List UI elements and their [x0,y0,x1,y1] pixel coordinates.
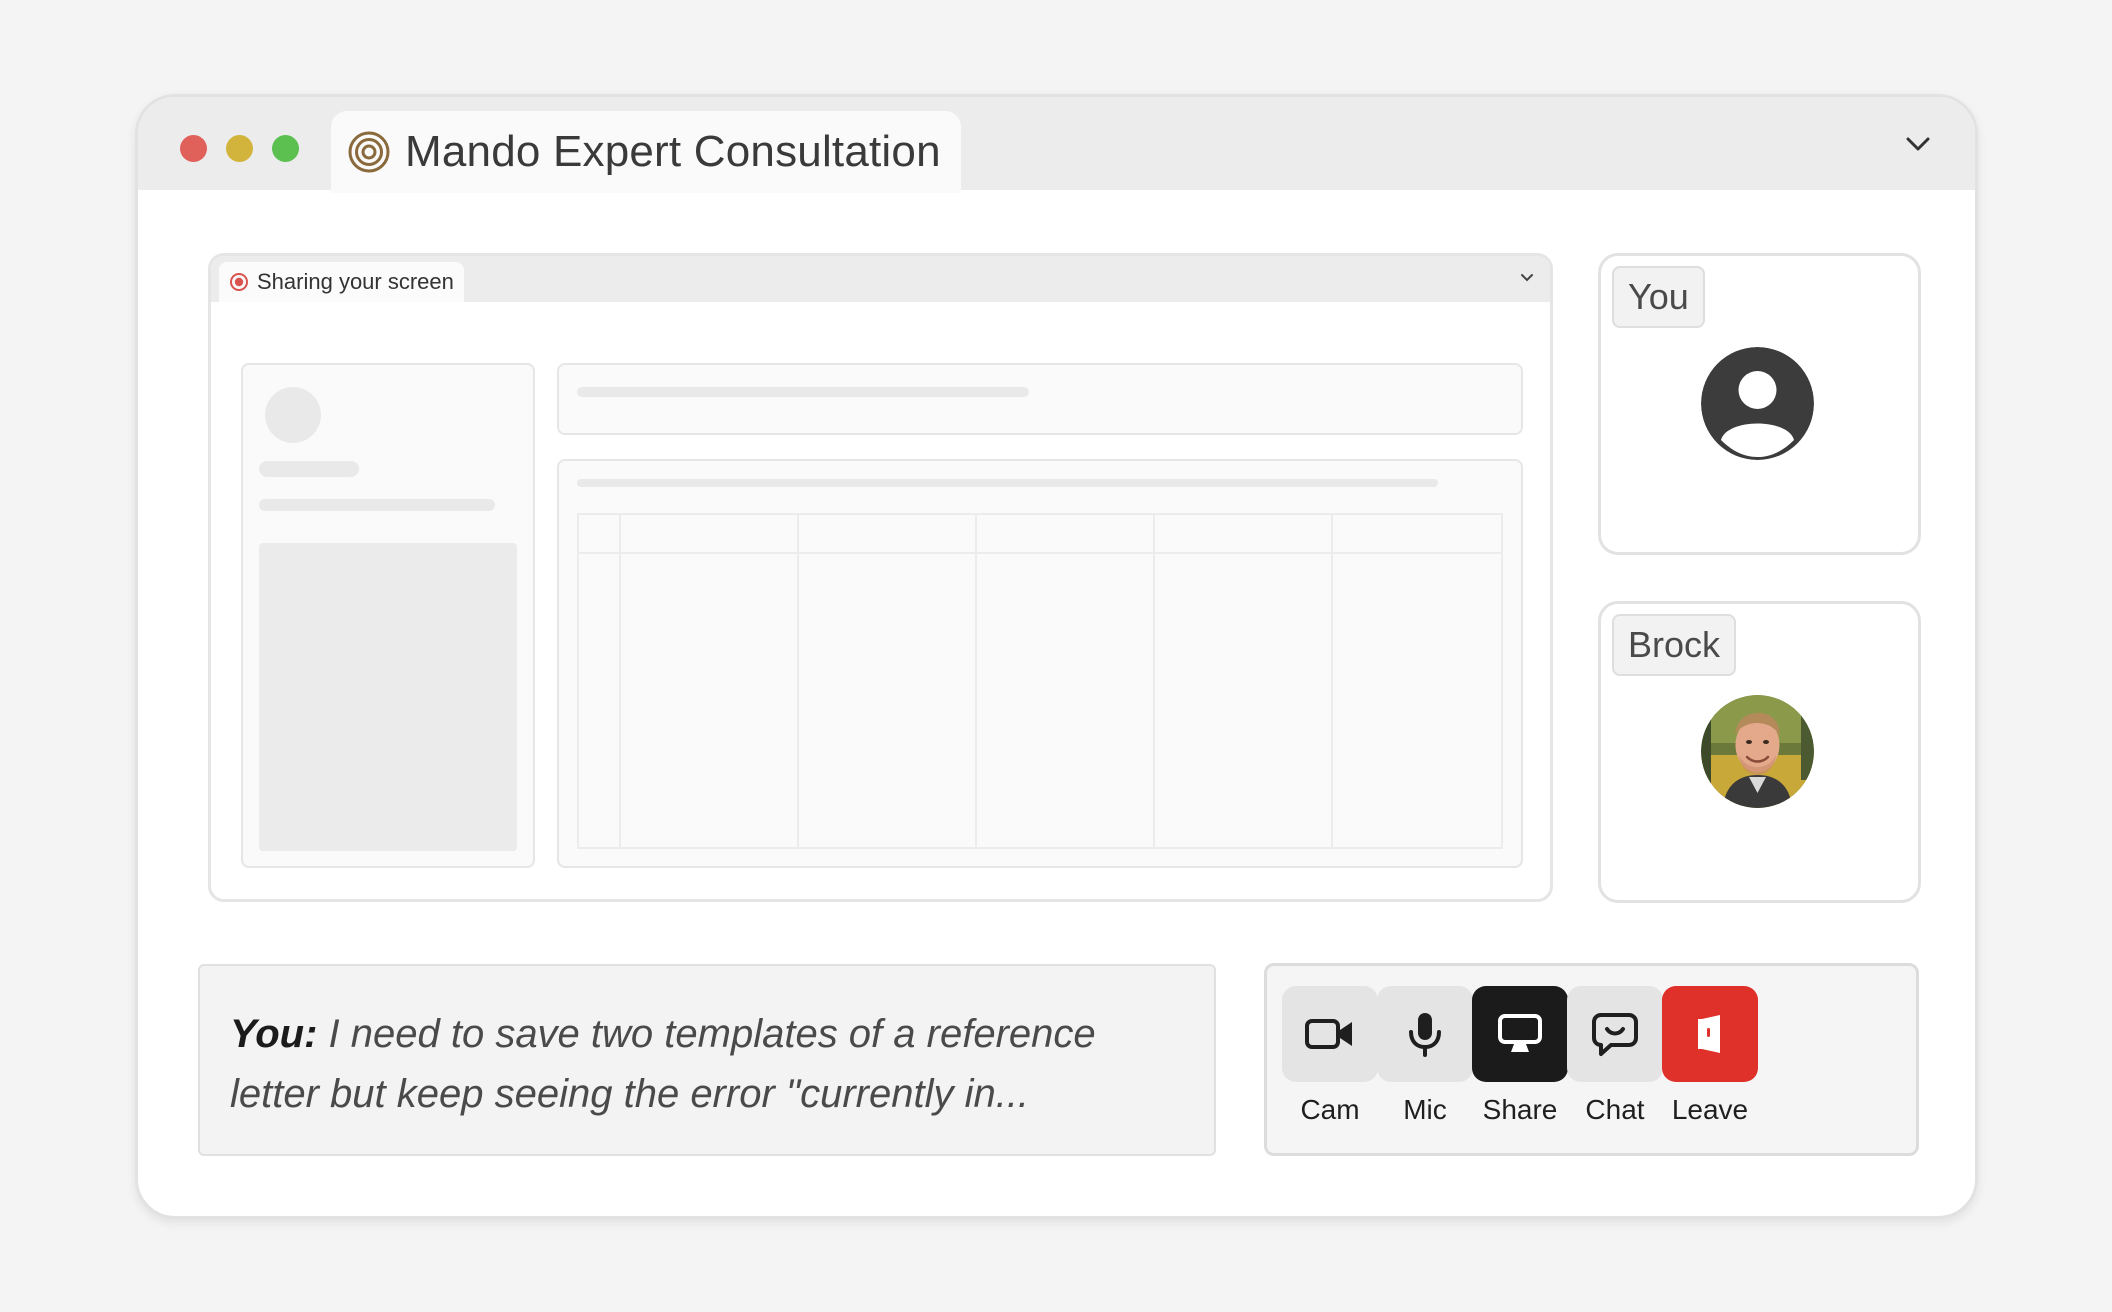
placeholder-content [557,459,1523,868]
chevron-down-icon[interactable] [1518,268,1536,286]
close-window-button[interactable] [180,135,207,162]
chat-control[interactable]: Chat [1567,986,1663,1126]
leave-button[interactable] [1662,986,1758,1082]
user-placeholder-icon [1701,347,1814,460]
mic-control[interactable]: Mic [1377,986,1473,1126]
camera-icon [1304,1016,1356,1052]
live-transcript: You: I need to save two templates of a r… [198,964,1216,1156]
minimize-window-button[interactable] [226,135,253,162]
share-button[interactable] [1472,986,1568,1082]
app-window: Mando Expert Consultation Sharing your s… [135,94,1978,1219]
screen-share-tab: Sharing your screen [219,262,464,302]
window-title: Mando Expert Consultation [405,127,941,176]
share-control[interactable]: Share [1472,986,1568,1126]
mando-logo-icon [347,130,391,174]
chevron-down-icon[interactable] [1901,127,1935,161]
cam-control[interactable]: Cam [1282,986,1378,1126]
participant-name: You [1612,266,1705,328]
window-tab[interactable]: Mando Expert Consultation [331,111,961,193]
cam-label: Cam [1300,1094,1360,1125]
transcript-speaker: You: [230,1012,318,1056]
placeholder-line [259,461,359,477]
placeholder-header [557,363,1523,435]
record-icon [229,272,249,292]
placeholder-sidebar [241,363,535,868]
chat-button[interactable] [1567,986,1663,1082]
cam-button[interactable] [1282,986,1378,1082]
placeholder-line [259,499,495,511]
title-bar: Mando Expert Consultation [138,97,1975,193]
transcript-text: You: I need to save two templates of a r… [230,1004,1184,1124]
participant-name: Brock [1612,614,1737,676]
placeholder-line [577,479,1438,487]
screen-share-preview: Sharing your screen [208,253,1553,902]
microphone-icon [1405,1010,1445,1058]
placeholder-avatar [265,387,321,443]
participant-tile-brock: Brock [1598,601,1921,903]
mic-label: Mic [1403,1094,1447,1125]
leave-label: Leave [1671,1094,1749,1125]
call-controls: Cam Mic Share Chat Leave [1264,963,1919,1156]
screen-share-icon [1496,1012,1544,1056]
chat-icon [1591,1011,1639,1057]
leave-control[interactable]: Leave [1662,986,1758,1126]
placeholder-block [259,543,517,851]
chat-label: Chat [1585,1094,1645,1125]
placeholder-table [577,513,1503,849]
mic-button[interactable] [1377,986,1473,1082]
screen-share-label: Sharing your screen [257,269,454,294]
participant-photo [1701,695,1814,808]
leave-door-icon [1690,1011,1730,1057]
share-label: Share [1482,1094,1558,1125]
participant-tile-you: You [1598,253,1921,555]
screen-share-bar: Sharing your screen [211,256,1550,302]
placeholder-line [577,387,1029,397]
transcript-message: I need to save two templates of a refere… [230,1012,1096,1116]
maximize-window-button[interactable] [272,135,299,162]
